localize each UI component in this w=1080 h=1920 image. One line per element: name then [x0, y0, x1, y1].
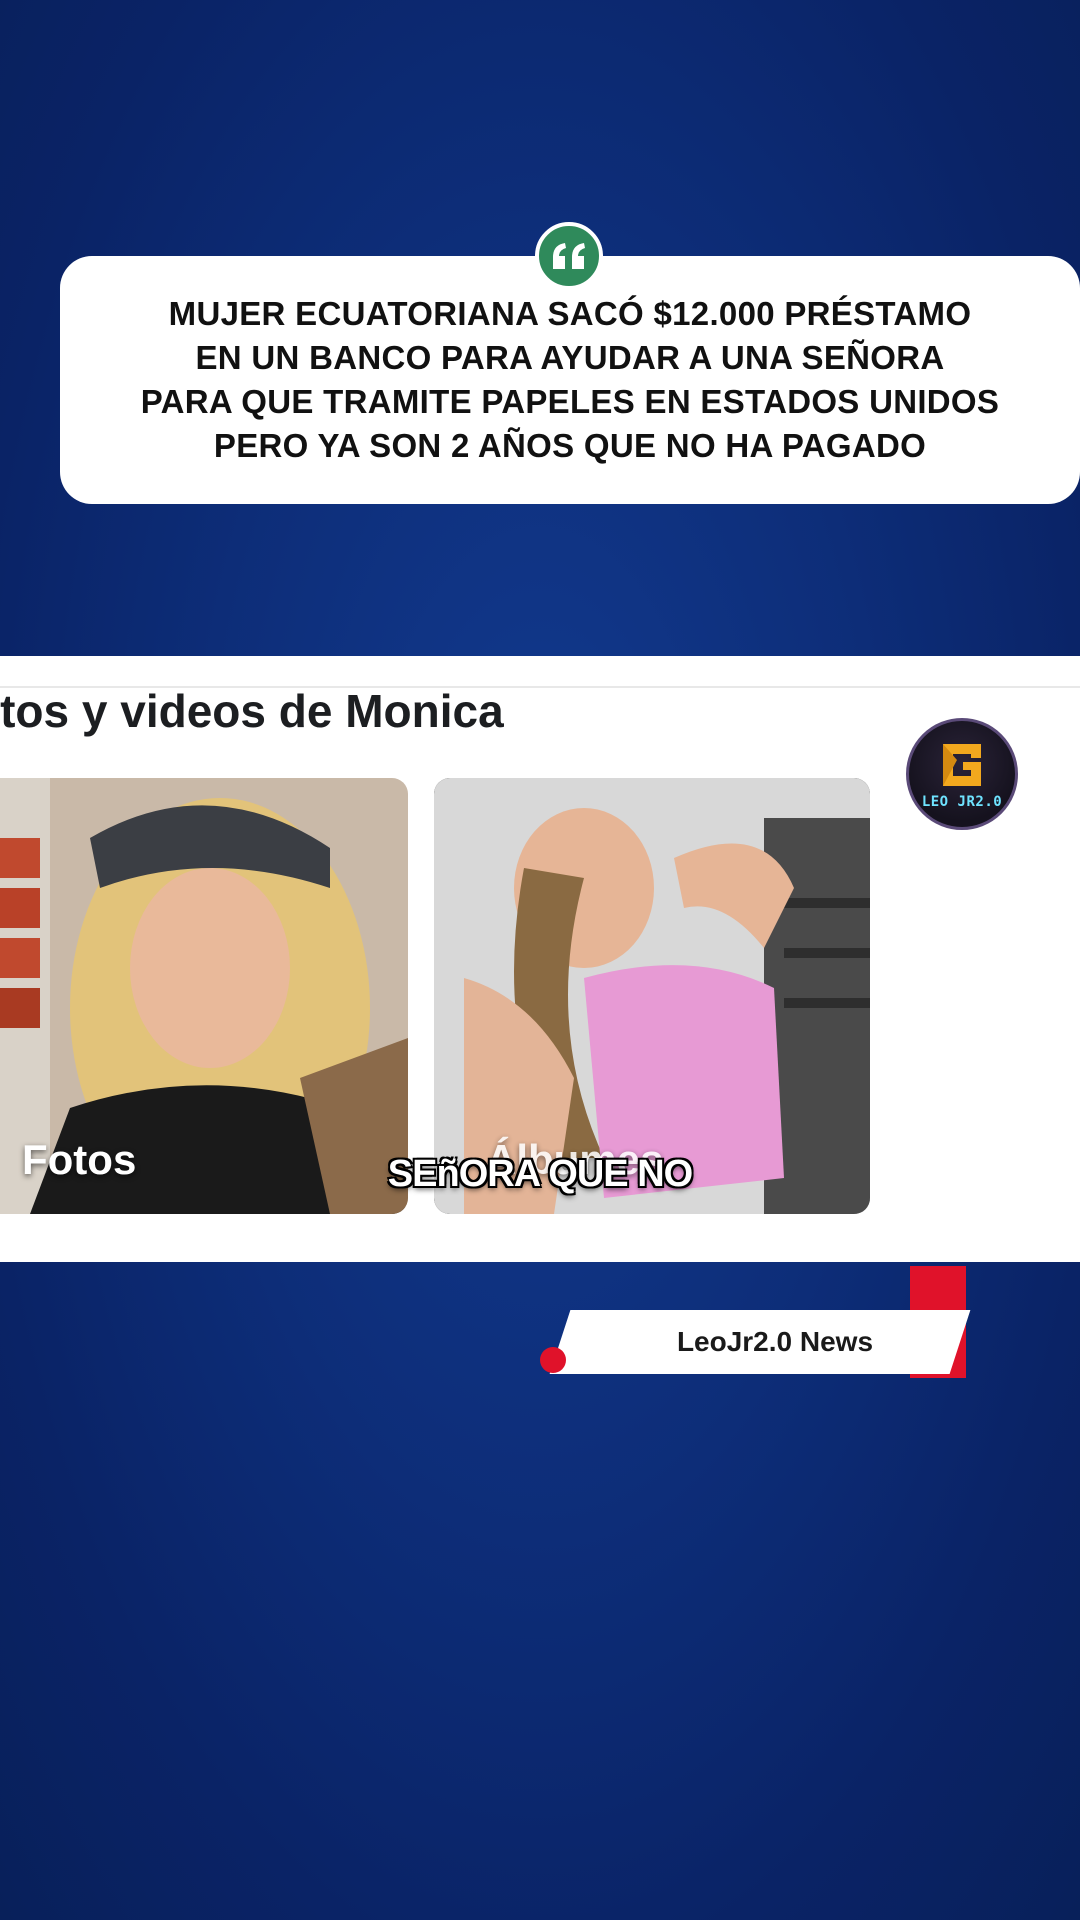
section-title: otos y videos de Monica: [0, 685, 504, 737]
lower-third-text: LeoJr2.0 News: [676, 1326, 874, 1357]
leojr-logo-icon: LEO JR2.0: [906, 718, 1018, 830]
headline-text: MUJER ECUATORIANA SACÓ $12.000 PRÉSTAMO …: [140, 295, 1000, 464]
albums-tile[interactable]: Álbumes: [434, 778, 870, 1214]
lower-third-dot: [540, 1347, 566, 1373]
logo-text: LEO JR2.0: [921, 794, 1003, 810]
photos-tile[interactable]: Fotos: [0, 778, 408, 1214]
logo-emblem-icon: [943, 744, 981, 786]
subtitle-caption: SEñORA QUE NO: [387, 1153, 693, 1195]
quote-mark-icon: [535, 222, 603, 290]
headline-card: MUJER ECUATORIANA SACÓ $12.000 PRÉSTAMO …: [60, 256, 1080, 504]
video-frame: MUJER ECUATORIANA SACÓ $12.000 PRÉSTAMO …: [0, 0, 1080, 1920]
